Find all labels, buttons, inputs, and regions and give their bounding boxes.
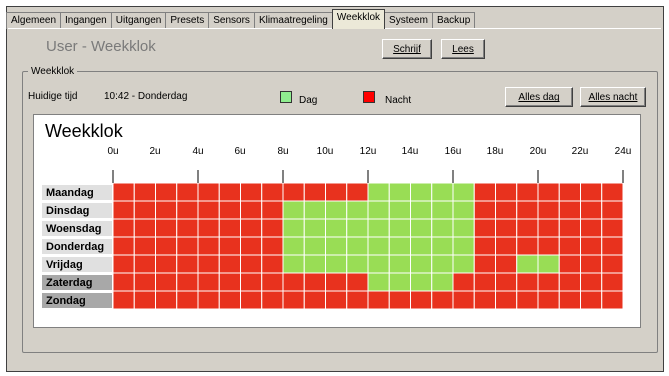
page-title: User - Weekklok bbox=[46, 38, 156, 55]
day-label-maandag: Maandag bbox=[42, 185, 112, 201]
day-legend-label: Dag bbox=[299, 95, 318, 106]
hour-label: 10u bbox=[316, 146, 334, 157]
hour-label: 18u bbox=[486, 146, 504, 157]
hour-label: 6u bbox=[234, 146, 246, 157]
hour-label: 24u bbox=[614, 146, 632, 157]
tab-backup[interactable]: Backup bbox=[431, 12, 476, 29]
hour-label: 8u bbox=[277, 146, 289, 157]
hour-label: 0u bbox=[107, 146, 119, 157]
tab-weekklok[interactable]: Weekklok bbox=[331, 9, 386, 29]
day-legend-swatch bbox=[280, 91, 292, 103]
day-label-dinsdag: Dinsdag bbox=[42, 203, 112, 219]
day-label-vrijdag: Vrijdag bbox=[42, 257, 112, 273]
group-label: Weekklok bbox=[28, 66, 78, 77]
tab-bar: Algemeen Ingangen Uitgangen Presets Sens… bbox=[6, 8, 476, 29]
night-legend-swatch bbox=[363, 91, 375, 103]
hour-label: 2u bbox=[149, 146, 161, 157]
tab-ingangen[interactable]: Ingangen bbox=[60, 12, 112, 29]
hour-label: 22u bbox=[571, 146, 589, 157]
alles-dag-button[interactable]: Alles dag bbox=[505, 87, 573, 107]
schrijf-button[interactable]: Schrijf bbox=[382, 39, 432, 59]
day-label-zaterdag: Zaterdag bbox=[42, 275, 112, 291]
alles-nacht-button[interactable]: Alles nacht bbox=[580, 87, 646, 107]
current-time-label: Huidige tijd bbox=[28, 91, 78, 102]
hour-label: 4u bbox=[192, 146, 204, 157]
day-label-woensdag: Woensdag bbox=[42, 221, 112, 237]
hour-label: 16u bbox=[444, 146, 462, 157]
tab-klimaatregeling[interactable]: Klimaatregeling bbox=[253, 12, 333, 29]
tab-uitgangen[interactable]: Uitgangen bbox=[110, 12, 167, 29]
day-label-donderdag: Donderdag bbox=[42, 239, 112, 255]
night-legend-label: Nacht bbox=[385, 95, 412, 106]
hour-label: 12u bbox=[359, 146, 377, 157]
tab-systeem[interactable]: Systeem bbox=[384, 12, 433, 29]
tab-algemeen[interactable]: Algemeen bbox=[6, 12, 62, 29]
tab-sensors[interactable]: Sensors bbox=[208, 12, 255, 29]
current-time-value: 10:42 - Donderdag bbox=[104, 91, 188, 102]
lees-button[interactable]: Lees bbox=[441, 39, 485, 59]
chart-title: Weekklok bbox=[45, 121, 123, 141]
day-label-zondag: Zondag bbox=[42, 293, 112, 309]
hour-label: 20u bbox=[529, 146, 547, 157]
tab-presets[interactable]: Presets bbox=[165, 12, 210, 29]
hour-label: 14u bbox=[401, 146, 419, 157]
